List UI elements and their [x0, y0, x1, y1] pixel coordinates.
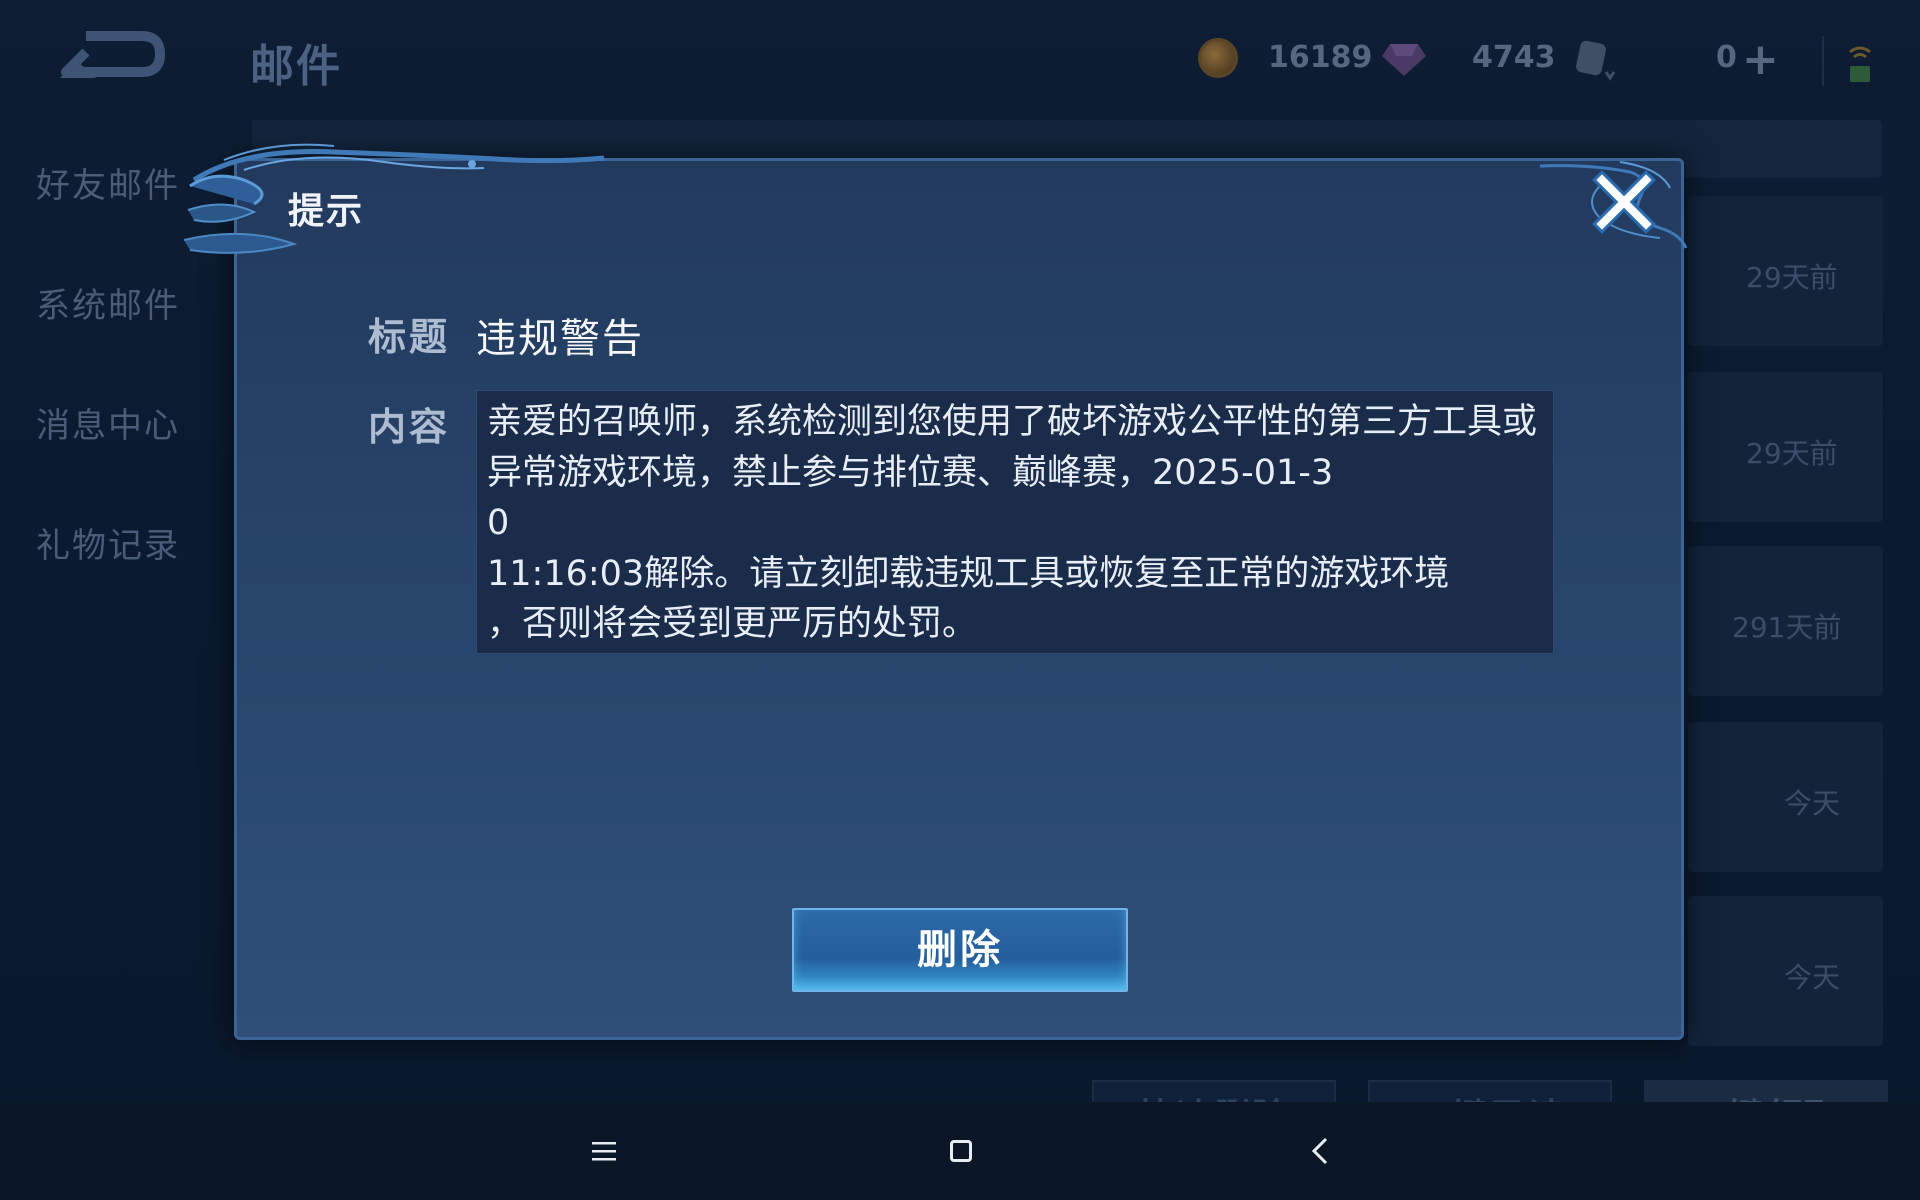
cloud-ornament-icon — [184, 143, 605, 254]
delete-button[interactable]: 删除 — [792, 908, 1128, 992]
content-label: 内容 — [368, 405, 451, 449]
close-icon[interactable] — [1592, 170, 1656, 234]
content-text: 亲爱的召唤师，系统检测到您使用了破坏游戏公平性的第三方工具或异常游戏环境，禁止参… — [487, 402, 1538, 644]
content-box: 亲爱的召唤师，系统检测到您使用了破坏游戏公平性的第三方工具或异常游戏环境，禁止参… — [476, 390, 1554, 654]
menu-icon[interactable] — [592, 1140, 616, 1162]
system-navigation-bar — [0, 1102, 1920, 1200]
home-icon[interactable] — [950, 1140, 972, 1162]
subject-value: 违规警告 — [476, 316, 644, 362]
nav-back-icon[interactable] — [1310, 1136, 1330, 1166]
dialog-title: 提示 — [288, 191, 365, 232]
subject-label: 标题 — [368, 315, 451, 359]
delete-button-label: 删除 — [917, 927, 1003, 973]
